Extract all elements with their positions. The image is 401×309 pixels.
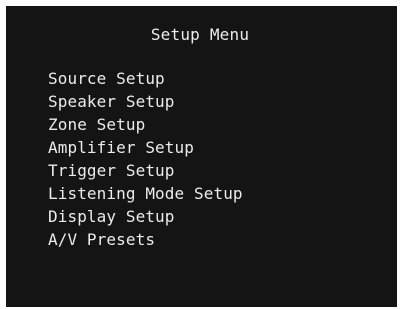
menu-item-listening-mode-setup[interactable]: Listening Mode Setup (48, 182, 243, 205)
menu-item-speaker-setup[interactable]: Speaker Setup (48, 90, 243, 113)
menu-item-source-setup[interactable]: Source Setup (48, 67, 243, 90)
osd-screen: Setup Menu Source Setup Speaker Setup Zo… (6, 6, 397, 307)
menu-item-display-setup[interactable]: Display Setup (48, 205, 243, 228)
setup-menu-list: Source Setup Speaker Setup Zone Setup Am… (48, 67, 243, 251)
menu-item-zone-setup[interactable]: Zone Setup (48, 113, 243, 136)
menu-item-av-presets[interactable]: A/V Presets (48, 228, 243, 251)
menu-item-amplifier-setup[interactable]: Amplifier Setup (48, 136, 243, 159)
menu-title: Setup Menu (150, 25, 250, 44)
menu-item-trigger-setup[interactable]: Trigger Setup (48, 159, 243, 182)
